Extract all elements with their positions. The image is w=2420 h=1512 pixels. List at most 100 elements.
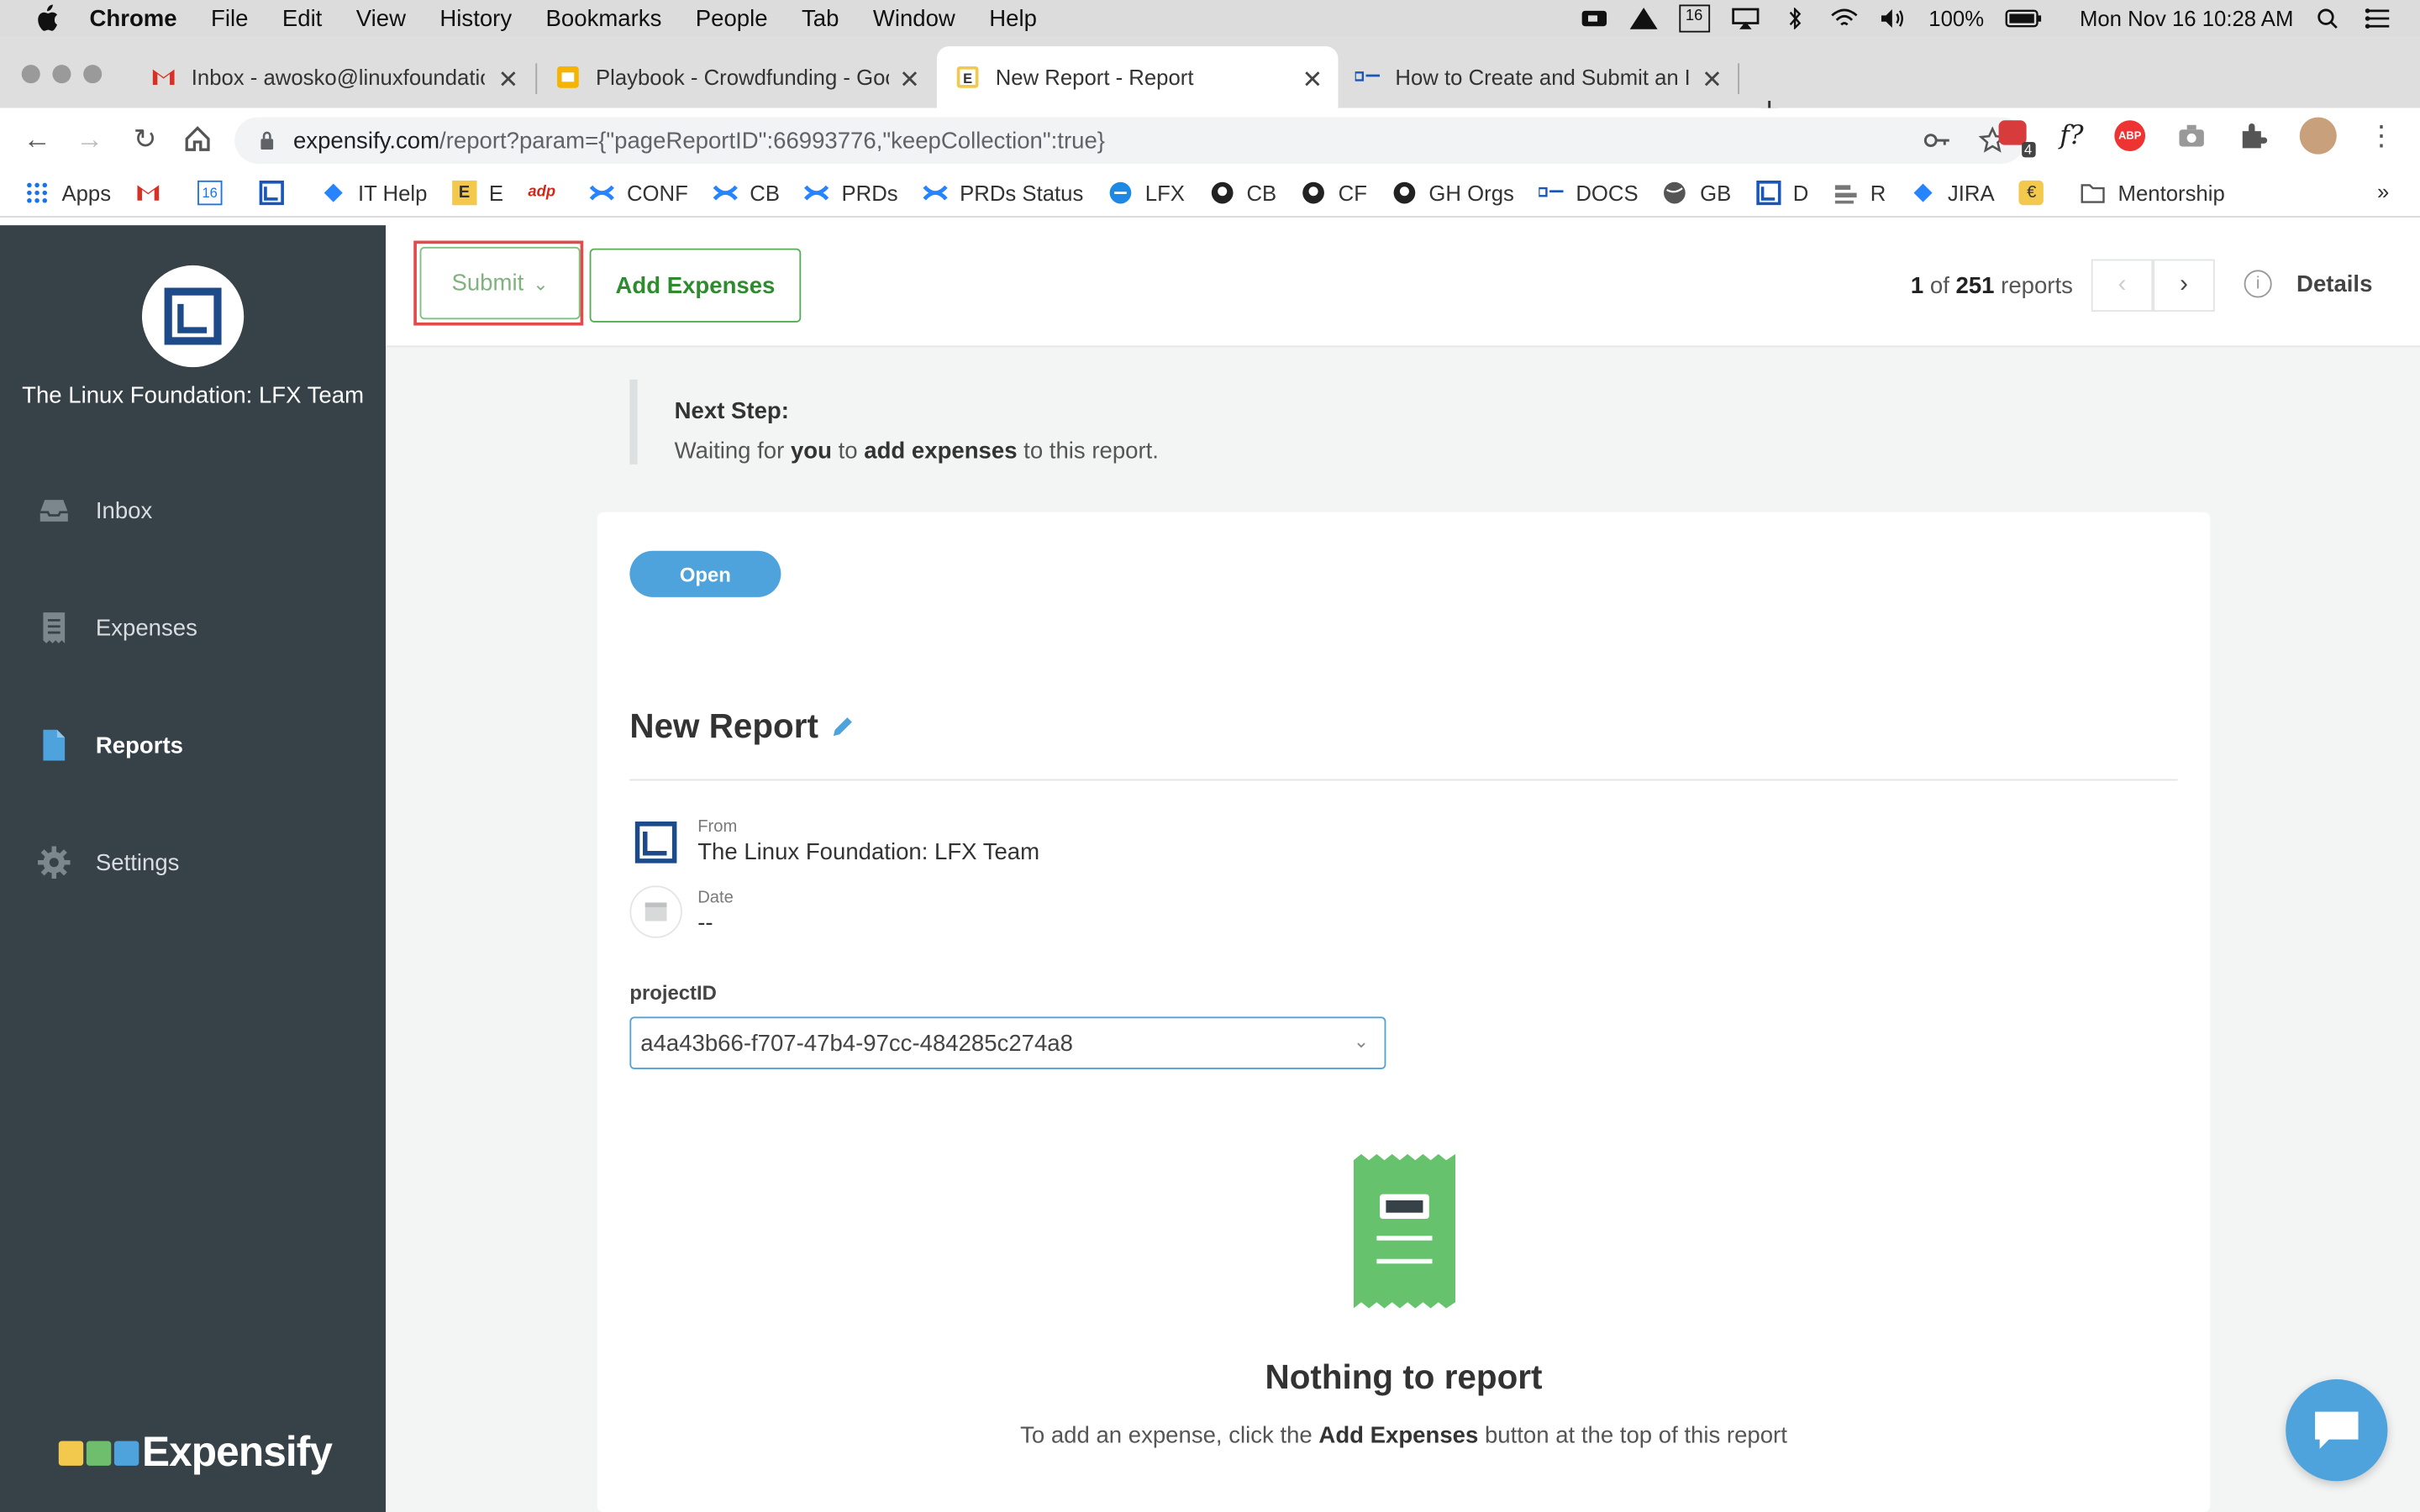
chat-help-button[interactable]: [2286, 1379, 2388, 1482]
minimize-window-button[interactable]: [52, 65, 71, 84]
home-icon[interactable]: [179, 120, 216, 157]
google-calendar-icon: 16: [197, 180, 223, 206]
divider: [629, 779, 2178, 781]
bookmark-it-help[interactable]: IT Help: [321, 181, 427, 205]
menu-window[interactable]: Window: [873, 5, 955, 31]
apps-grid-icon: [27, 182, 48, 203]
menu-tab[interactable]: Tab: [802, 5, 839, 31]
report-title[interactable]: New Report: [629, 706, 818, 747]
next-step-text: to: [831, 438, 865, 465]
bookmark-adp[interactable]: adp: [528, 181, 565, 205]
close-tab-icon[interactable]: ✕: [899, 65, 920, 96]
menu-history[interactable]: History: [439, 5, 512, 31]
tab-gmail-inbox[interactable]: Inbox - awosko@linuxfoundatio ✕: [133, 46, 534, 108]
reload-icon[interactable]: ↻: [127, 120, 164, 157]
bookmark-prds[interactable]: PRDs: [804, 181, 898, 205]
close-tab-icon[interactable]: ✕: [498, 65, 519, 96]
camera-extension-icon[interactable]: [2176, 122, 2207, 150]
triangle-app-icon[interactable]: [1628, 8, 1658, 29]
date-calendar-icon: [629, 885, 682, 938]
add-expenses-button[interactable]: Add Expenses: [589, 248, 802, 323]
report-total: 251: [1955, 273, 1995, 300]
expensify-brand[interactable]: Expensify: [58, 1429, 333, 1477]
menu-view[interactable]: View: [356, 5, 406, 31]
bookmark-cb[interactable]: CB: [713, 181, 780, 205]
bookmark-gmail[interactable]: [135, 181, 172, 205]
key-icon[interactable]: [1923, 128, 1951, 152]
formula-extension-icon[interactable]: f?: [2060, 120, 2083, 151]
bookmark-label: DOCS: [1576, 180, 1639, 206]
menu-edit[interactable]: Edit: [282, 5, 322, 31]
project-id-select[interactable]: a4a43b66-f707-47b4-97cc-484285c274a8 ⌄: [629, 1016, 1386, 1069]
close-tab-icon[interactable]: ✕: [1702, 65, 1723, 96]
bookmark-jira[interactable]: JIRA: [1911, 181, 1995, 205]
airplay-icon[interactable]: [1731, 8, 1759, 29]
euro-icon: €: [2018, 180, 2044, 206]
control-center-icon[interactable]: [2365, 8, 2392, 29]
bookmark-calendar[interactable]: 16: [197, 180, 234, 206]
calendar-icon[interactable]: 16: [1678, 4, 1710, 33]
adblock-icon[interactable]: ABP: [2114, 120, 2146, 151]
date-value[interactable]: --: [697, 911, 713, 937]
next-report-chevron-right-icon[interactable]: ›: [2153, 259, 2215, 312]
menu-people[interactable]: People: [696, 5, 768, 31]
spotlight-search-icon[interactable]: [2315, 8, 2343, 29]
expensify-favicon-icon: E: [451, 180, 477, 206]
bookmark-docs[interactable]: DOCS: [1539, 180, 1639, 206]
battery-icon[interactable]: [2006, 8, 2043, 29]
bookmark-e[interactable]: EE: [451, 180, 503, 206]
close-window-button[interactable]: [21, 65, 40, 84]
bluetooth-icon[interactable]: [1781, 8, 1808, 29]
bookmark-prds-status[interactable]: PRDs Status: [923, 181, 1083, 205]
video-camera-icon[interactable]: [1580, 8, 1607, 29]
tab-google-slides[interactable]: Playbook - Crowdfunding - Goo ✕: [537, 46, 935, 108]
menu-help[interactable]: Help: [989, 5, 1037, 31]
zoom-window-button[interactable]: [83, 65, 103, 84]
org-logo[interactable]: [141, 265, 245, 368]
bookmark-r[interactable]: R: [1833, 181, 1886, 205]
sidebar-item-reports[interactable]: Reports: [37, 728, 183, 762]
apple-logo-icon[interactable]: [34, 4, 58, 33]
lock-icon[interactable]: [260, 131, 275, 150]
close-tab-icon[interactable]: ✕: [1302, 65, 1323, 96]
address-bar[interactable]: expensify.com/report?param={"pageReportI…: [234, 117, 2025, 164]
previous-report-chevron-left-icon[interactable]: ‹: [2091, 259, 2154, 312]
svg-text:E: E: [963, 71, 972, 87]
submit-button[interactable]: Submit ⌄: [419, 246, 581, 320]
bookmarks-overflow-button[interactable]: »: [2377, 179, 2389, 203]
info-icon: i: [2244, 270, 2272, 298]
bookmark-gh-orgs[interactable]: GH Orgs: [1392, 181, 1514, 205]
bookmark-lfx[interactable]: LFX: [1108, 181, 1185, 205]
sidebar-item-settings[interactable]: Settings: [37, 846, 179, 879]
extension-todo-icon[interactable]: 4: [1997, 120, 2035, 158]
puzzle-extensions-icon[interactable]: [2238, 120, 2269, 151]
wifi-icon[interactable]: [1830, 8, 1858, 29]
bookmark-mentorship[interactable]: Mentorship: [2081, 181, 2225, 205]
bookmark-apps[interactable]: Apps: [24, 181, 111, 205]
bookmark-conf[interactable]: CONF: [590, 181, 688, 205]
tab-new-report[interactable]: E New Report - Report ✕: [936, 46, 1339, 108]
docs-site-icon: [1355, 71, 1381, 81]
details-button[interactable]: i Details: [2244, 270, 2372, 298]
bookmark-github-cf[interactable]: CF: [1302, 181, 1367, 205]
pencil-edit-icon[interactable]: [831, 714, 855, 738]
bookmark-d[interactable]: D: [1755, 180, 1808, 205]
forward-arrow-icon[interactable]: →: [71, 120, 108, 157]
menu-file[interactable]: File: [211, 5, 248, 31]
menu-bookmarks[interactable]: Bookmarks: [546, 5, 662, 31]
bookmark-euro[interactable]: €: [2018, 180, 2056, 206]
volume-icon[interactable]: [1880, 8, 1907, 29]
back-arrow-icon[interactable]: ←: [18, 120, 55, 157]
sidebar-item-inbox[interactable]: Inbox: [37, 494, 152, 528]
bookmark-lf[interactable]: [259, 180, 296, 206]
menu-app-name[interactable]: Chrome: [90, 5, 177, 31]
chrome-menu-icon[interactable]: ⋮: [2368, 119, 2396, 152]
tab-how-to-submit[interactable]: How to Create and Submit an E ✕: [1337, 46, 1739, 108]
sidebar-item-expenses[interactable]: Expenses: [37, 611, 197, 644]
bookmark-gb[interactable]: GB: [1663, 181, 1731, 205]
bookmark-label: GB: [1700, 180, 1732, 206]
menubar-clock[interactable]: Mon Nov 16 10:28 AM: [2080, 6, 2293, 30]
report-pager: ‹ ›: [2091, 259, 2215, 312]
profile-avatar[interactable]: [2299, 117, 2337, 155]
bookmark-github-cb[interactable]: CB: [1209, 181, 1276, 205]
